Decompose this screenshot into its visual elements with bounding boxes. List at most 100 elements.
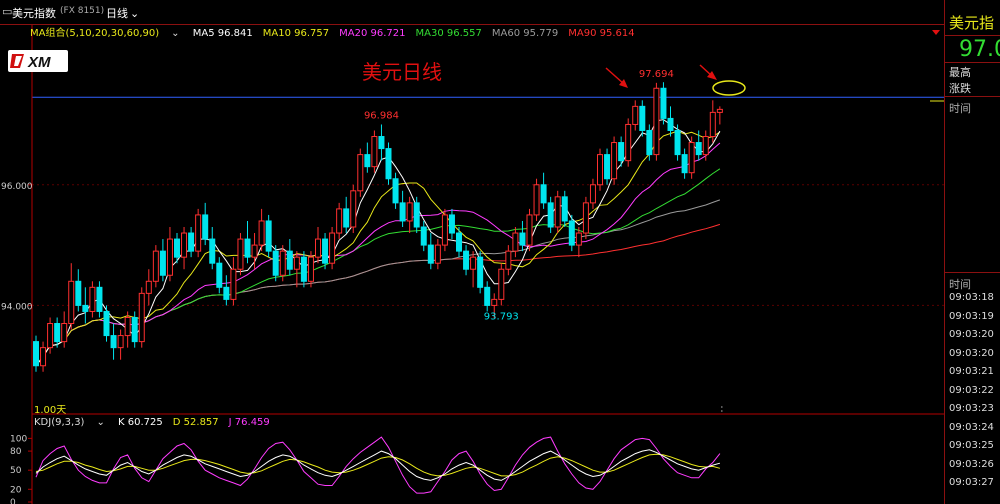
candle-body bbox=[533, 184, 540, 216]
candle-body bbox=[519, 232, 526, 246]
side-symbol-title: 美元指 bbox=[949, 14, 995, 32]
kdj-y-tick-label: 0 bbox=[10, 498, 16, 504]
candle-body bbox=[364, 154, 371, 168]
time-list-item: 09:03:20 bbox=[949, 329, 994, 340]
candle-body bbox=[660, 87, 667, 119]
kdj-label[interactable]: KDJ(9,3,3) ⌄ bbox=[34, 417, 105, 428]
minimize-icon[interactable]: ▭ bbox=[2, 5, 12, 18]
ma-line bbox=[35, 119, 721, 367]
candle-body bbox=[195, 214, 202, 252]
candle-body bbox=[293, 256, 300, 270]
candle-body bbox=[505, 250, 512, 270]
candle-body bbox=[124, 316, 131, 337]
candle-body bbox=[350, 190, 357, 228]
candle-body bbox=[279, 250, 286, 276]
y-tick-label: 94.000 bbox=[1, 302, 33, 312]
price-annotation: 97.694 bbox=[639, 69, 674, 80]
highlight-ellipse bbox=[712, 80, 746, 96]
candle-body bbox=[166, 238, 173, 276]
candle-body bbox=[639, 105, 646, 131]
volume-label: 1.00天 bbox=[34, 405, 67, 416]
price-annotation: 93.793 bbox=[484, 311, 519, 322]
candle-body bbox=[456, 232, 462, 252]
candle-body bbox=[632, 105, 639, 125]
candle-body bbox=[138, 292, 145, 343]
candle-body bbox=[547, 202, 554, 228]
candle-body bbox=[554, 196, 561, 228]
time-list-item: 09:03:18 bbox=[949, 292, 994, 303]
candle-body bbox=[286, 250, 293, 270]
candle-body bbox=[695, 142, 702, 156]
candle-body bbox=[709, 111, 716, 138]
candle-body bbox=[434, 244, 441, 264]
candle-body bbox=[61, 323, 68, 343]
candle-body bbox=[272, 250, 279, 276]
candle-body bbox=[484, 286, 491, 306]
price-annotation: 96.984 bbox=[364, 110, 399, 121]
candle-body bbox=[561, 196, 568, 222]
candle-body bbox=[625, 123, 632, 162]
period-selector[interactable]: 日线 ⌄ bbox=[106, 5, 139, 21]
kdj-line bbox=[35, 436, 721, 494]
time-list-item: 09:03:24 bbox=[949, 421, 994, 433]
candle-body bbox=[448, 214, 455, 234]
candle-body bbox=[526, 214, 533, 246]
candle-body bbox=[568, 220, 575, 246]
candle-body bbox=[343, 208, 350, 228]
change-label: 涨跌 bbox=[949, 82, 971, 95]
time-list-item: 09:03:27 bbox=[949, 477, 994, 488]
candle-body bbox=[174, 238, 180, 258]
candle-body bbox=[540, 184, 547, 204]
time-label: 时间 bbox=[949, 102, 971, 115]
candle-body bbox=[399, 202, 406, 222]
ma-legend-item: MA20 96.721 bbox=[339, 28, 406, 39]
candle-body bbox=[103, 310, 110, 337]
candle-body bbox=[716, 108, 723, 113]
time-list-item: 09:03:25 bbox=[949, 440, 994, 451]
candle-body bbox=[300, 256, 307, 282]
candle-body bbox=[491, 298, 498, 306]
candle-body bbox=[216, 262, 223, 288]
ma-line bbox=[35, 142, 721, 367]
ma-legend-item: MA30 96.557 bbox=[415, 28, 482, 39]
candle-body bbox=[498, 268, 505, 300]
candle-body bbox=[702, 136, 709, 156]
candle-body bbox=[258, 220, 265, 246]
candle-body bbox=[237, 238, 244, 270]
candle-body bbox=[159, 250, 166, 276]
chart-canvas: 96.984 97.694 93.793 100 80 50 20 0 96.000 94.0… bbox=[1, 24, 944, 504]
symbol-code: (FX 8151) bbox=[60, 6, 105, 16]
candle-body bbox=[406, 202, 413, 222]
candle-body bbox=[188, 232, 195, 252]
candle-body bbox=[589, 184, 596, 204]
candle-body bbox=[378, 136, 385, 150]
kdj-legend-item: K 60.725 bbox=[118, 417, 163, 428]
candle-body bbox=[322, 238, 329, 264]
candle-body bbox=[315, 238, 321, 258]
symbol-title: 美元指数 bbox=[12, 7, 56, 20]
ma-group-label[interactable]: MA组合(5,10,20,30,60,90) ⌄ bbox=[30, 28, 180, 39]
time-list-item: 09:03:19 bbox=[949, 310, 994, 322]
candle-body bbox=[604, 154, 611, 180]
candle-body bbox=[477, 256, 484, 288]
period-label: 日线 bbox=[106, 7, 128, 20]
candle-body bbox=[75, 280, 82, 306]
candle-body bbox=[371, 136, 378, 168]
time-list-item: 09:03:21 bbox=[949, 366, 994, 377]
ma-legend-item: MA90 95.614 bbox=[568, 28, 635, 39]
time-list-item: 09:03:26 bbox=[949, 458, 994, 470]
candle-body bbox=[68, 280, 75, 325]
candle-body bbox=[646, 129, 653, 156]
candle-body bbox=[117, 335, 124, 349]
candle-body bbox=[512, 232, 519, 252]
side-price: 97.0 bbox=[959, 37, 1000, 62]
candle-body bbox=[575, 232, 582, 246]
candle-body bbox=[667, 117, 674, 131]
candle-body bbox=[152, 250, 159, 282]
kdj-y-tick-label: 80 bbox=[10, 447, 22, 457]
candle-body bbox=[230, 268, 237, 300]
ma-legend-item: MA5 96.841 bbox=[192, 28, 253, 39]
ma-legend-item: MA10 96.757 bbox=[262, 28, 330, 39]
chevron-down-icon: ⌄ bbox=[171, 28, 180, 39]
candle-body bbox=[54, 323, 61, 343]
